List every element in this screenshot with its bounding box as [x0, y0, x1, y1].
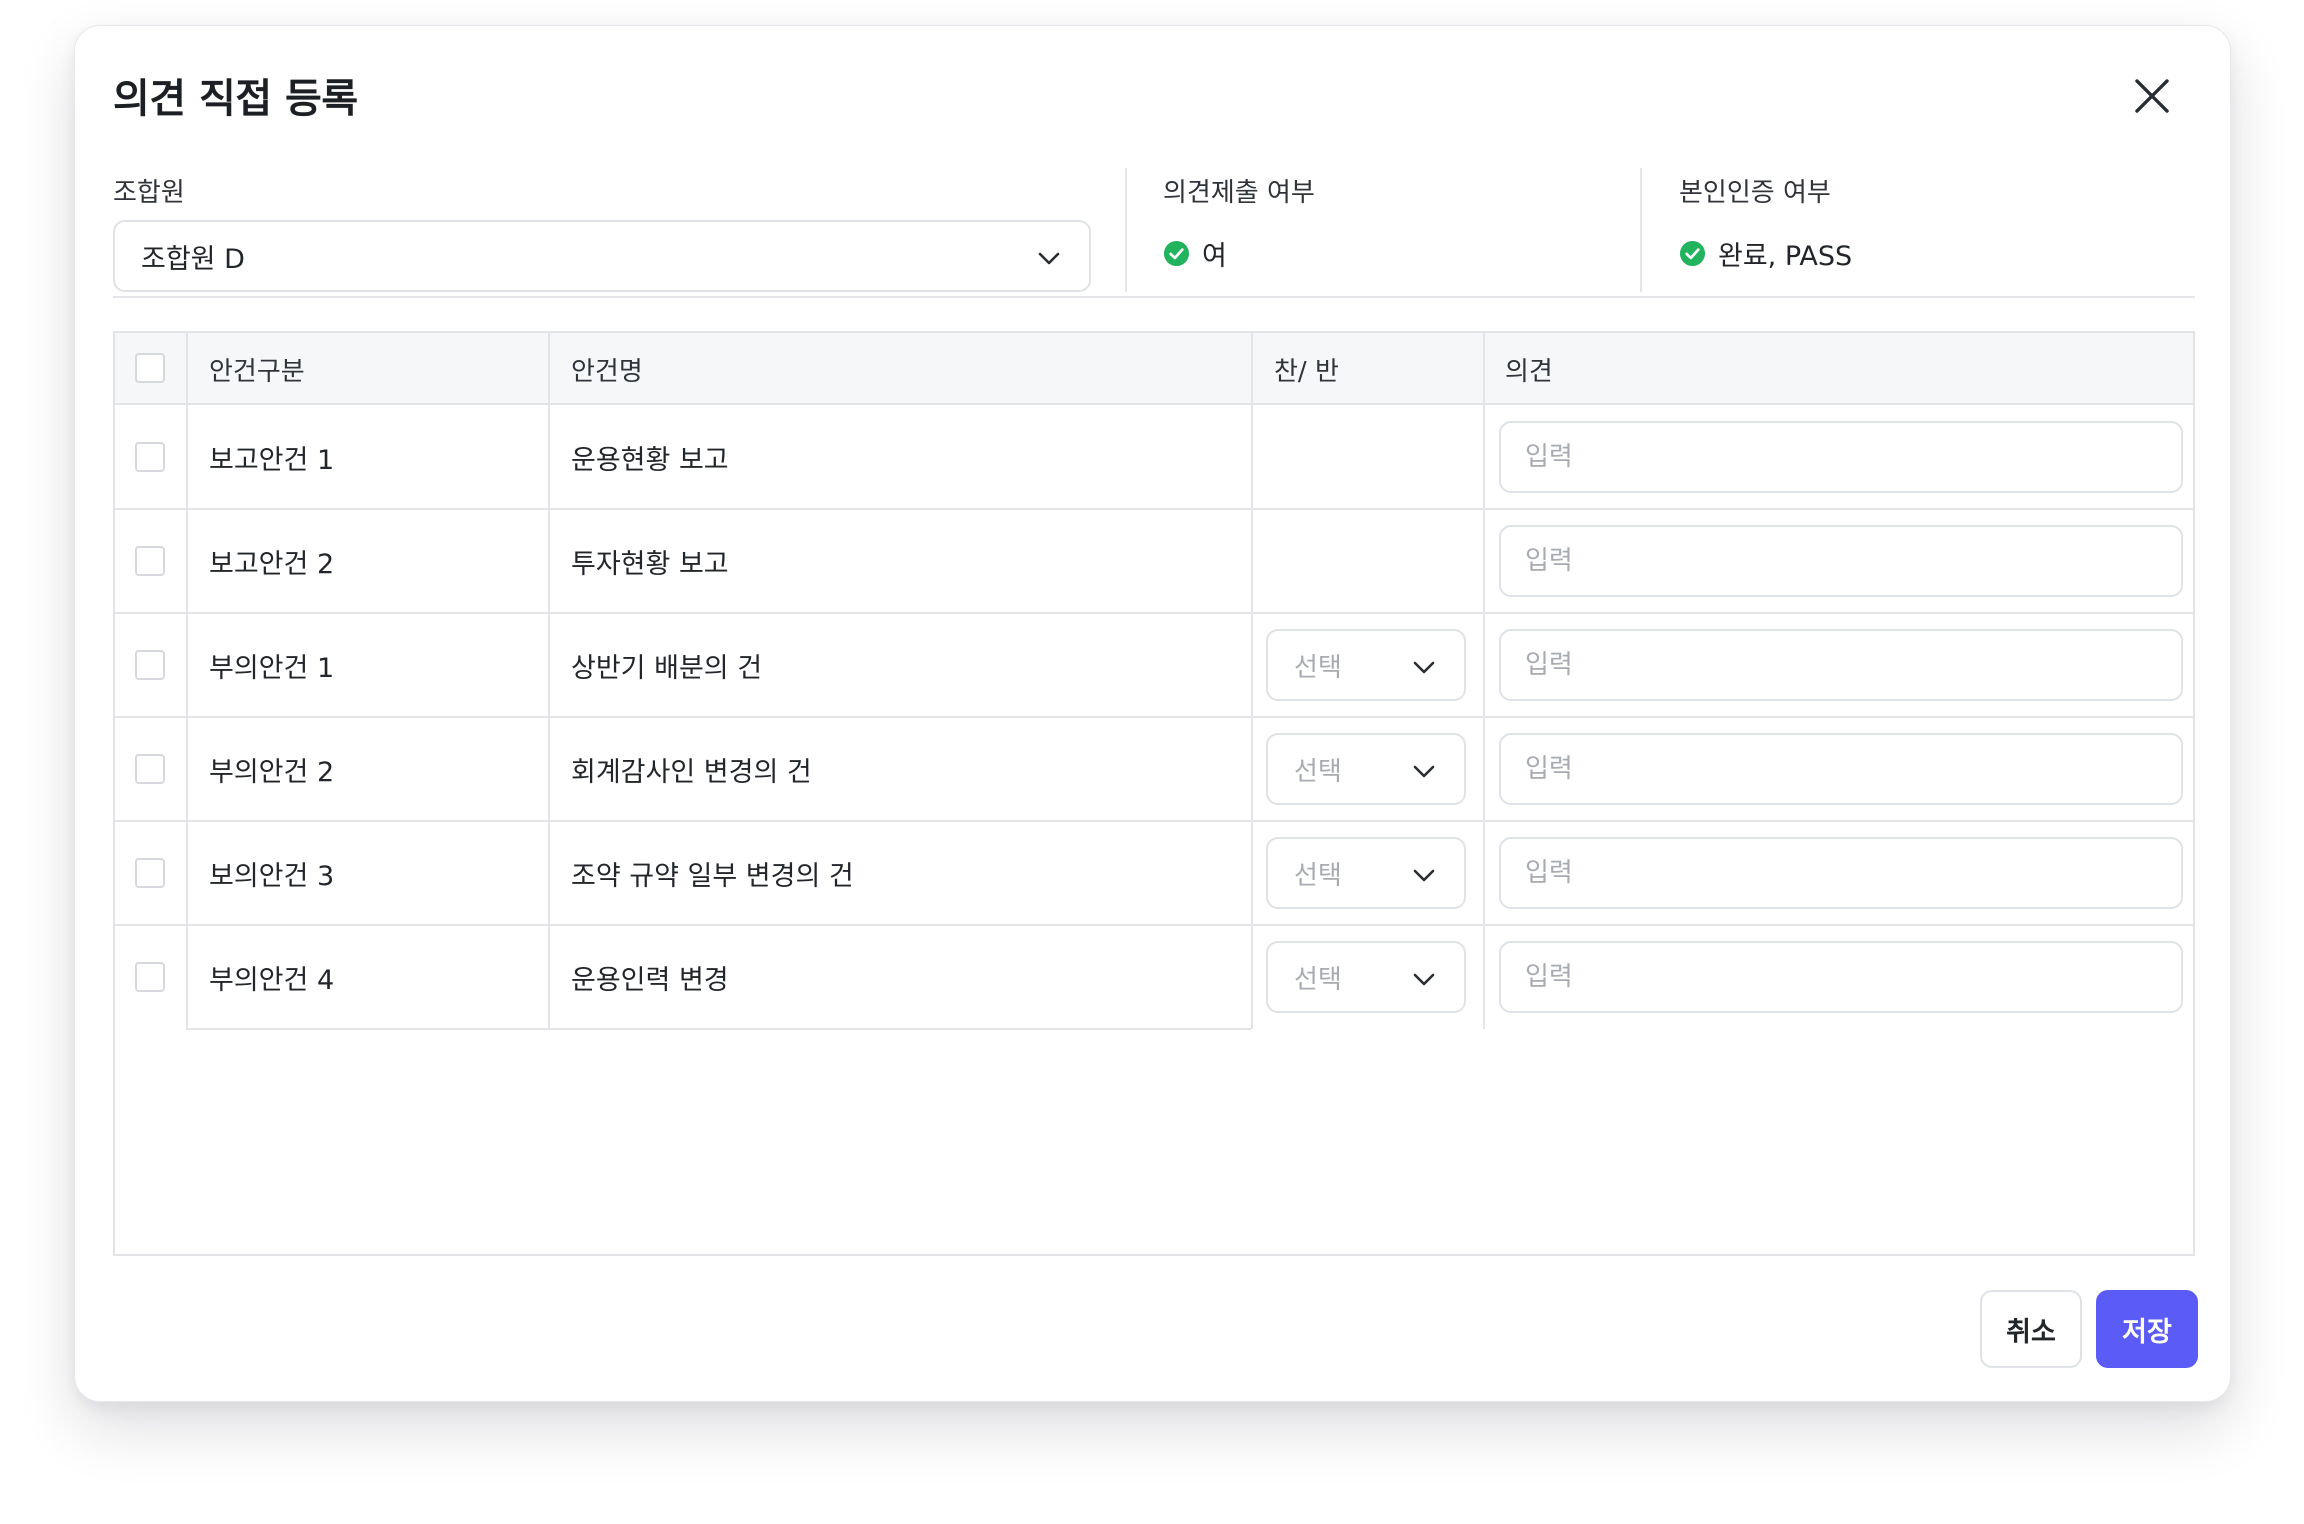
- agenda-category: 보고안건 2: [209, 548, 335, 580]
- row-divider: [115, 612, 2193, 614]
- vote-select-placeholder: 선택: [1294, 652, 1342, 683]
- section-divider: [113, 296, 2195, 298]
- vote-select-placeholder: 선택: [1294, 964, 1342, 995]
- table-header: 안건구분 안건명 찬/ 반 의견: [115, 333, 2193, 405]
- select-all-checkbox[interactable]: [135, 353, 165, 383]
- row-checkbox[interactable]: [135, 650, 165, 680]
- verification-value: 완료, PASS: [1718, 241, 1853, 272]
- vote-select[interactable]: 선택: [1266, 837, 1466, 909]
- vote-select-placeholder: 선택: [1294, 756, 1342, 787]
- agenda-category: 부의안건 2: [209, 756, 335, 788]
- row-checkbox[interactable]: [135, 546, 165, 576]
- opinion-register-modal: 의견 직접 등록 조합원 조합원 D 의견제출 여부 여 본인인증 여부 완료,…: [74, 25, 2231, 1402]
- opinion-input[interactable]: [1499, 421, 2183, 493]
- member-label: 조합원: [113, 178, 185, 208]
- opinion-input[interactable]: [1499, 941, 2183, 1013]
- member-select-value: 조합원 D: [141, 243, 245, 275]
- member-info-row: 조합원 조합원 D 의견제출 여부 여 본인인증 여부 완료, PASS: [113, 144, 2195, 294]
- opinion-input[interactable]: [1499, 733, 2183, 805]
- row-checkbox[interactable]: [135, 962, 165, 992]
- header-name: 안건명: [571, 356, 643, 387]
- vote-select-placeholder: 선택: [1294, 860, 1342, 891]
- opinion-input[interactable]: [1499, 629, 2183, 701]
- agenda-category: 보의안건 3: [209, 860, 335, 892]
- member-select[interactable]: 조합원 D: [113, 220, 1091, 292]
- agenda-category: 부의안건 4: [209, 964, 335, 996]
- row-checkbox[interactable]: [135, 858, 165, 888]
- chevron-down-icon: [1038, 252, 1060, 265]
- save-button[interactable]: 저장: [2096, 1290, 2198, 1368]
- agenda-category: 보고안건 1: [209, 444, 335, 476]
- verification-label: 본인인증 여부: [1679, 178, 1831, 208]
- header-vote: 찬/ 반: [1274, 356, 1339, 387]
- vote-select[interactable]: 선택: [1266, 733, 1466, 805]
- check-circle-icon: [1163, 240, 1190, 267]
- agenda-name: 운용현황 보고: [571, 444, 729, 476]
- header-category: 안건구분: [209, 356, 305, 387]
- row-divider: [115, 716, 2193, 718]
- check-circle-icon: [1679, 240, 1706, 267]
- chevron-down-icon: [1413, 765, 1435, 778]
- chevron-down-icon: [1413, 661, 1435, 674]
- close-icon: [2135, 79, 2169, 113]
- agenda-category: 부의안건 1: [209, 652, 335, 684]
- agenda-name: 조약 규약 일부 변경의 건: [571, 860, 854, 892]
- chevron-down-icon: [1413, 973, 1435, 986]
- row-divider: [115, 820, 2193, 822]
- row-checkbox[interactable]: [135, 754, 165, 784]
- cancel-button[interactable]: 취소: [1980, 1290, 2082, 1368]
- info-divider: [1125, 168, 1127, 292]
- vote-select[interactable]: 선택: [1266, 941, 1466, 1013]
- close-button[interactable]: [2126, 70, 2178, 122]
- submission-value: 여: [1202, 241, 1227, 272]
- agenda-table: 안건구분 안건명 찬/ 반 의견 보고안건 1 운용현황 보고보고안건 2 투자현황…: [113, 331, 2195, 1256]
- agenda-name: 상반기 배분의 건: [571, 652, 763, 684]
- submission-label: 의견제출 여부: [1163, 178, 1315, 208]
- header-opinion: 의견: [1505, 356, 1553, 387]
- opinion-input[interactable]: [1499, 525, 2183, 597]
- row-divider: [115, 508, 2193, 510]
- submission-status: 여: [1163, 234, 1227, 273]
- agenda-name: 회계감사인 변경의 건: [571, 756, 812, 788]
- row-divider: [115, 924, 2193, 926]
- opinion-input[interactable]: [1499, 837, 2183, 909]
- agenda-name: 투자현황 보고: [571, 548, 729, 580]
- verification-status: 완료, PASS: [1679, 234, 1852, 273]
- chevron-down-icon: [1413, 869, 1435, 882]
- vote-select[interactable]: 선택: [1266, 629, 1466, 701]
- info-divider: [1640, 168, 1642, 292]
- agenda-name: 운용인력 변경: [571, 964, 729, 996]
- row-checkbox[interactable]: [135, 442, 165, 472]
- modal-title: 의견 직접 등록: [113, 76, 358, 122]
